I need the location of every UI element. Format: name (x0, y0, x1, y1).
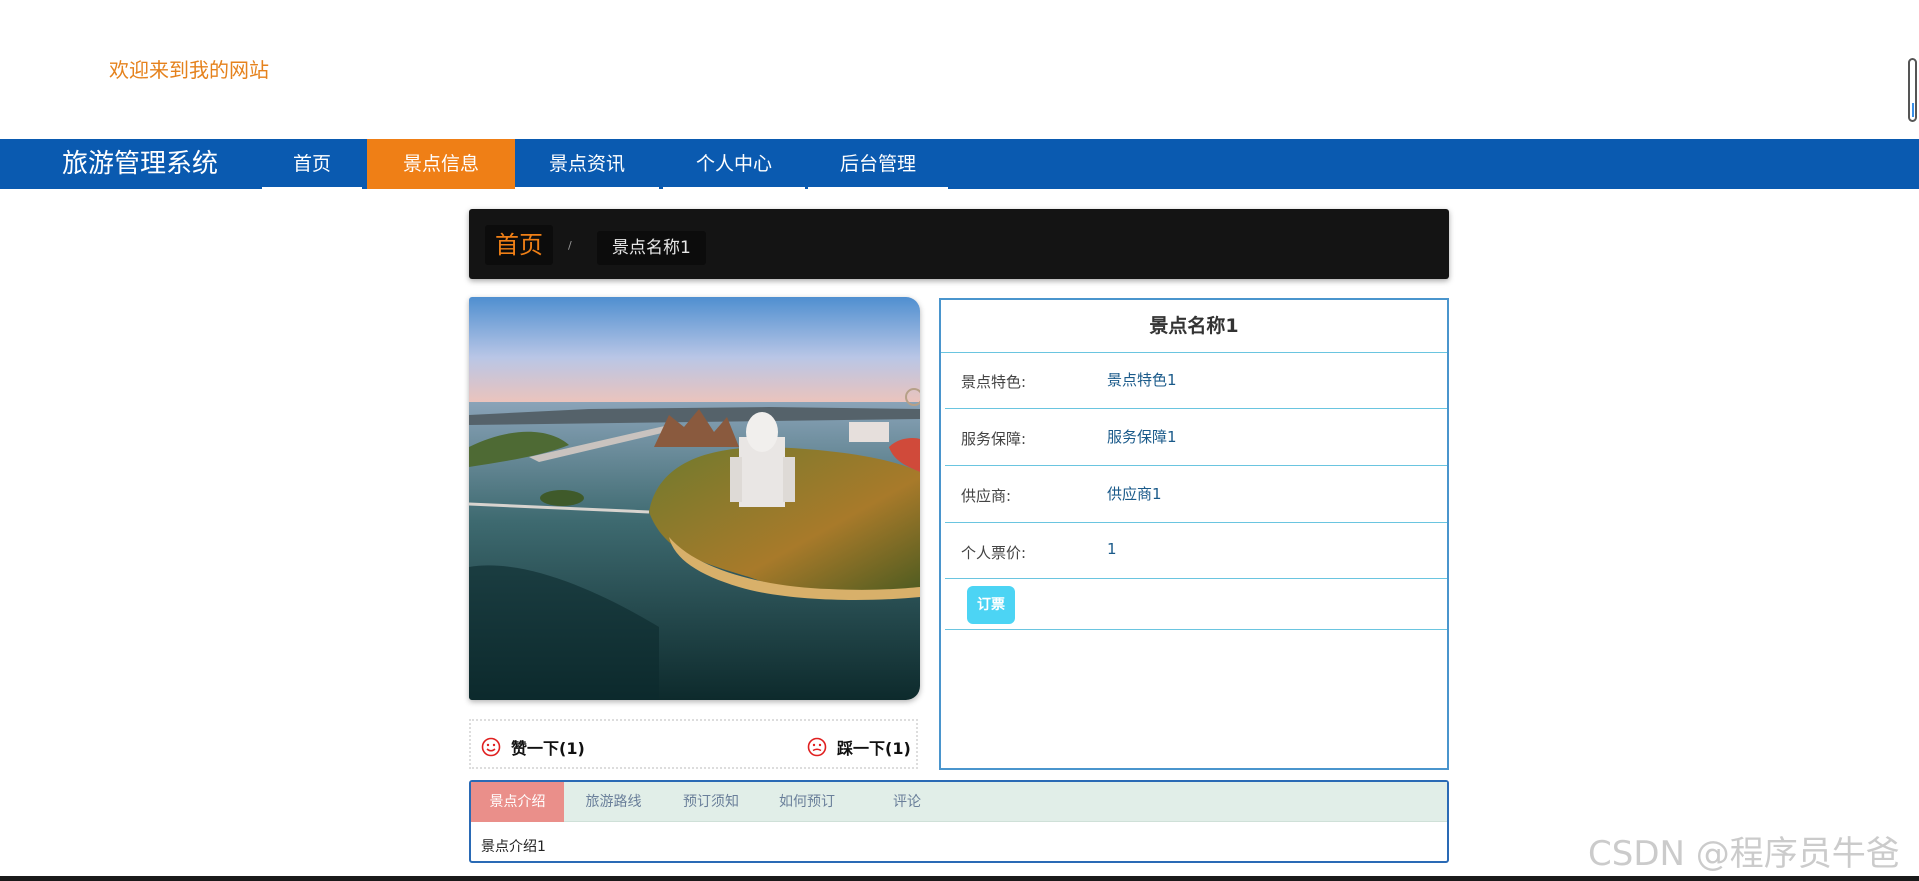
dislike-label: 踩一下(1) (837, 739, 911, 758)
tab-notice[interactable]: 预订须知 (663, 782, 759, 822)
top-navbar: 旅游管理系统 首页 景点信息 景点资讯 个人中心 后台管理 (0, 139, 1919, 189)
info-label: 供应商: (961, 487, 1012, 505)
nav-item-home[interactable]: 首页 (262, 139, 362, 189)
info-label: 服务保障: (961, 430, 1027, 448)
info-value: 1 (1107, 540, 1117, 558)
book-ticket-button[interactable]: 订票 (967, 586, 1015, 624)
page: 欢迎来到我的网站 旅游管理系统 首页 景点信息 景点资讯 个人中心 后台管理 首… (0, 0, 1919, 881)
dislike-button[interactable]: 踩一下(1) (807, 735, 911, 759)
attraction-info-panel: 景点名称1 景点特色: 景点特色1 服务保障: 服务保障1 供应商: 供应商1 … (939, 298, 1449, 770)
detail-tabs: 景点介绍 旅游路线 预订须知 如何预订 评论 景点介绍1 (469, 780, 1449, 863)
breadcrumb-separator: / (568, 239, 572, 252)
nav-item-attractions[interactable]: 景点信息 (367, 139, 515, 189)
info-value: 供应商1 (1107, 485, 1162, 503)
info-value: 景点特色1 (1107, 371, 1177, 389)
welcome-text: 欢迎来到我的网站 (109, 58, 269, 82)
info-row-price: 个人票价: 1 (945, 523, 1447, 579)
watermark: CSDN @程序员牛爸 (1588, 834, 1900, 874)
info-row-service: 服务保障: 服务保障1 (945, 409, 1447, 466)
info-value: 服务保障1 (1107, 428, 1177, 446)
site-brand[interactable]: 旅游管理系统 (62, 139, 218, 189)
scroll-indicator[interactable] (1908, 58, 1917, 122)
info-label: 个人票价: (961, 544, 1027, 562)
like-button[interactable]: 赞一下(1) (481, 735, 585, 759)
info-row-supplier: 供应商: 供应商1 (945, 466, 1447, 523)
nav-item-admin[interactable]: 后台管理 (808, 139, 948, 189)
bottom-bar (0, 876, 1919, 881)
tab-route[interactable]: 旅游路线 (564, 782, 663, 822)
like-label: 赞一下(1) (511, 739, 585, 758)
tab-how-to-book[interactable]: 如何预订 (759, 782, 855, 822)
info-row-feature: 景点特色: 景点特色1 (945, 353, 1447, 409)
info-label: 景点特色: (961, 373, 1027, 391)
tab-comments[interactable]: 评论 (855, 782, 959, 822)
tab-content: 景点介绍1 (481, 839, 546, 855)
tab-intro[interactable]: 景点介绍 (471, 782, 564, 822)
smile-icon (481, 737, 501, 757)
attraction-photo (469, 297, 920, 700)
vote-box: 赞一下(1) 踩一下(1) (469, 719, 918, 769)
nav-item-news[interactable]: 景点资讯 (515, 139, 659, 189)
nav-item-profile[interactable]: 个人中心 (663, 139, 805, 189)
breadcrumb: 首页 / 景点名称1 (469, 209, 1449, 279)
tab-strip: 景点介绍 旅游路线 预订须知 如何预订 评论 (471, 782, 1447, 822)
breadcrumb-home[interactable]: 首页 (485, 225, 553, 265)
smile-icon (807, 737, 827, 757)
breadcrumb-current: 景点名称1 (597, 231, 706, 265)
attraction-title: 景点名称1 (941, 300, 1447, 353)
info-row-actions: 订票 (945, 579, 1447, 630)
